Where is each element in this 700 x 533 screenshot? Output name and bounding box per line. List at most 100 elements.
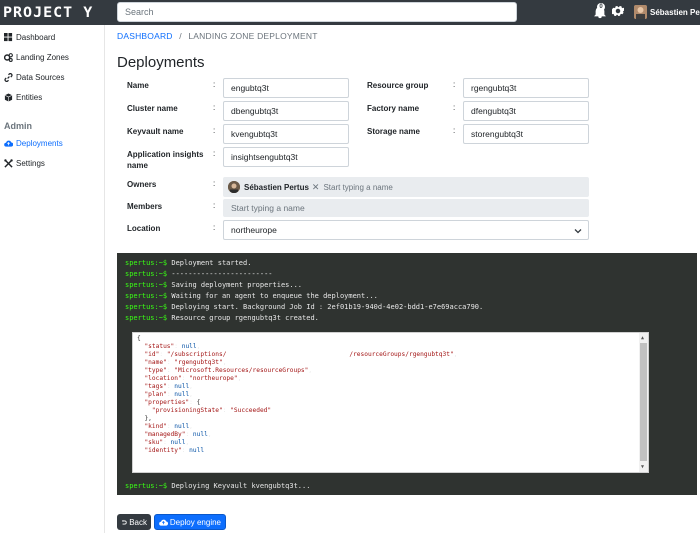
sidebar-item-dashboard[interactable]: Dashboard [4, 30, 55, 44]
console-prompt: spertus:~$ [125, 314, 168, 322]
console-line: spertus:~$ Resource group rgengubtq3t cr… [125, 314, 319, 322]
top-navbar: PROJECT Y 0 Sébastien Pert [0, 0, 700, 25]
cube-icon [4, 92, 13, 102]
location-select[interactable]: northeurope [223, 220, 589, 240]
sidebar-item-label: Entities [16, 92, 43, 102]
sidebar-item-settings[interactable]: Settings [4, 156, 45, 170]
console-prompt: spertus:~$ [125, 270, 168, 278]
members-placeholder: Start typing a name [231, 203, 305, 213]
back-button[interactable]: Back [117, 514, 151, 530]
name-field[interactable]: engubtq3t [223, 78, 349, 98]
gear-icon[interactable] [612, 5, 624, 17]
app-logo[interactable]: PROJECT Y [3, 3, 93, 20]
json-output-panel[interactable]: { "status": null, "id": "/subscriptions/… [132, 332, 649, 473]
json-line: "name": "rgengubtq3t", [144, 359, 227, 366]
avatar [228, 181, 240, 193]
page-title: Deployments [117, 54, 205, 71]
json-line: "kind": null, [144, 423, 193, 430]
resource-group-field[interactable]: rgengubtq3t [463, 78, 589, 98]
cogs-icon [4, 52, 13, 62]
json-line: { [137, 335, 141, 342]
cluster-name-label: Cluster name [127, 104, 178, 113]
console-line-text: Deploying start. Background Job Id : 2ef… [171, 303, 484, 311]
location-value: northeurope [231, 225, 277, 235]
json-line: "plan": null, [144, 391, 193, 398]
sidebar-item-landing-zones[interactable]: Landing Zones [4, 50, 69, 64]
undo-icon [121, 519, 127, 524]
colon: : [213, 179, 216, 188]
app-insights-name-field[interactable]: insightsengubtq3t [223, 147, 349, 167]
link-icon [4, 72, 13, 82]
breadcrumb-separator: / [179, 31, 182, 41]
owner-chip-label: Sébastien Pertus [244, 182, 309, 192]
owners-label: Owners [127, 180, 157, 189]
console-line: spertus:~$ Deploying Keyvault kvengubtq3… [125, 482, 310, 490]
json-line: "provisioningState": "Succeeded" [151, 407, 272, 414]
cloud-upload-icon [159, 519, 168, 526]
keyvault-name-field[interactable]: kvengubtq3t [223, 124, 349, 144]
colon: : [213, 201, 216, 210]
notification-badge: 0 [597, 3, 605, 11]
sidebar-item-label: Deployments [16, 138, 63, 148]
sidebar-item-label: Data Sources [16, 72, 65, 82]
breadcrumb-dashboard[interactable]: DASHBOARD [117, 31, 173, 41]
members-label: Members [127, 202, 163, 211]
colon: : [213, 223, 216, 232]
scroll-thumb[interactable] [640, 343, 647, 461]
json-line: "properties": { [144, 399, 201, 406]
console-prompt: spertus:~$ [125, 482, 168, 490]
scroll-down-icon[interactable]: ▼ [641, 464, 644, 470]
tools-icon [4, 158, 13, 168]
owners-field[interactable]: Sébastien Pertus ✕ Start typing a name [223, 177, 589, 197]
console-prompt: spertus:~$ [125, 292, 168, 300]
resource-group-label: Resource group [367, 81, 429, 90]
cloud-upload-icon [4, 140, 13, 147]
json-line: "status": null, [144, 343, 201, 350]
sidebar-item-label: Landing Zones [16, 52, 69, 62]
location-label: Location [127, 224, 161, 233]
deployment-console[interactable]: spertus:~$ Deployment started. spertus:~… [117, 253, 697, 495]
members-field[interactable]: Start typing a name [223, 199, 589, 217]
console-line: spertus:~$ Deploying start. Background J… [125, 303, 483, 311]
colon: : [213, 149, 216, 158]
user-avatar[interactable] [634, 5, 647, 19]
json-line: "type": "Microsoft.Resources/resourceGro… [144, 367, 313, 374]
console-line: spertus:~$ Waiting for an agent to enque… [125, 292, 378, 300]
keyvault-name-label: Keyvault name [127, 127, 184, 136]
sidebar: Dashboard Landing Zones Data Sources Ent… [0, 25, 105, 533]
breadcrumb-current: LANDING ZONE DEPLOYMENT [188, 31, 318, 41]
scroll-up-icon[interactable]: ▲ [641, 335, 644, 341]
colon: : [213, 126, 216, 135]
console-prompt: spertus:~$ [125, 281, 168, 289]
sidebar-item-entities[interactable]: Entities [4, 90, 42, 104]
console-line-text: Resource group rgengubtq3t created. [171, 314, 319, 322]
json-line: "managedBy": null, [144, 431, 212, 438]
sidebar-admin-header: Admin [4, 121, 32, 131]
console-line-text: Deployment started. [171, 259, 252, 267]
storage-name-label: Storage name [367, 127, 420, 136]
storage-name-field[interactable]: storengubtq3t [463, 124, 589, 144]
json-line: "location": "northeurope", [144, 375, 242, 382]
colon: : [453, 103, 456, 112]
json-scrollbar[interactable]: ▲ ▼ [639, 333, 648, 472]
colon: : [453, 126, 456, 135]
user-name[interactable]: Sébastien Pert [650, 8, 700, 17]
search-input[interactable] [117, 2, 517, 22]
console-line: spertus:~$ Saving deployment properties.… [125, 281, 302, 289]
deploy-engine-button[interactable]: Deploy engine [154, 514, 226, 530]
console-line-text: Waiting for an agent to enqueue the depl… [171, 292, 378, 300]
app-insights-name-label: Application insights name [127, 150, 204, 170]
owners-placeholder: Start typing a name [323, 182, 393, 192]
sidebar-item-deployments[interactable]: Deployments [4, 136, 63, 150]
json-line: "tags": null, [144, 383, 193, 390]
sidebar-item-data-sources[interactable]: Data Sources [4, 70, 64, 84]
factory-name-label: Factory name [367, 104, 420, 113]
remove-owner-icon[interactable]: ✕ [312, 182, 320, 193]
factory-name-field[interactable]: dfengubtq3t [463, 101, 589, 121]
name-label: Name [127, 81, 149, 90]
console-line-text: Saving deployment properties... [171, 281, 303, 289]
console-prompt: spertus:~$ [125, 303, 168, 311]
json-line: }, [144, 415, 152, 422]
json-line: "id": "/subscriptions/ /resourceGroups/r… [144, 351, 458, 358]
cluster-name-field[interactable]: dbengubtq3t [223, 101, 349, 121]
